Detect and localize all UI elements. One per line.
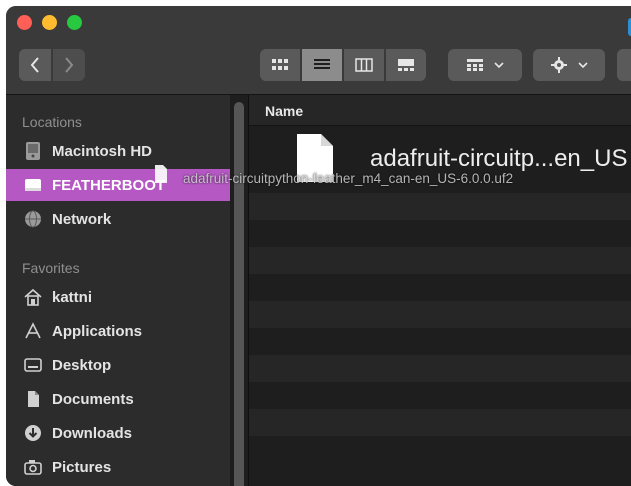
sidebar-item-macintosh-hd[interactable]: Macintosh HD (6, 135, 230, 167)
list-row (249, 355, 631, 382)
chevron-left-icon (30, 57, 39, 73)
sidebar-item-documents[interactable]: Documents (6, 383, 230, 415)
navigation-buttons (19, 49, 85, 81)
favorites-heading: Favorites (22, 260, 80, 276)
sidebar: Locations Macintosh HD FEATHERBOOT Netwo… (6, 95, 230, 486)
locations-heading: Locations (22, 114, 82, 130)
minimize-window-button[interactable] (42, 15, 57, 30)
chevron-right-icon (65, 57, 74, 73)
documents-icon (22, 388, 44, 410)
column-label: Name (265, 103, 304, 119)
desktop-icon (22, 354, 44, 376)
downloads-icon (22, 422, 44, 444)
home-icon (22, 286, 44, 308)
hard-drive-icon (22, 140, 44, 162)
sidebar-item-label: Pictures (52, 458, 112, 476)
toolbar (6, 6, 631, 95)
list-view-icon (314, 59, 330, 69)
sidebar-item-applications[interactable]: Applications (6, 315, 230, 347)
sidebar-item-pictures[interactable]: Pictures (6, 451, 230, 483)
sidebar-item-label: Documents (52, 390, 134, 408)
chevron-down-icon (578, 62, 588, 69)
external-drive-icon (22, 174, 44, 196)
sidebar-scrollbar[interactable] (234, 102, 244, 486)
sidebar-item-label: Network (52, 210, 112, 228)
sidebar-item-kattni[interactable]: kattni (6, 281, 230, 313)
share-button[interactable] (617, 49, 631, 81)
view-mode-group (260, 49, 426, 81)
chevron-down-icon (494, 62, 504, 69)
group-grid-icon (467, 59, 483, 71)
applications-icon (22, 320, 44, 342)
sidebar-item-label: FEATHERBOOT (52, 176, 166, 194)
gear-icon (551, 57, 567, 73)
sidebar-item-label: Applications (52, 322, 143, 340)
name-column-header[interactable]: Name (249, 95, 631, 126)
close-window-button[interactable] (17, 15, 32, 30)
icon-view-button[interactable] (260, 49, 300, 81)
action-menu-button[interactable] (533, 49, 605, 81)
column-view-button[interactable] (344, 49, 384, 81)
gallery-view-icon (398, 59, 414, 71)
group-by-button[interactable] (448, 49, 522, 81)
list-row (249, 409, 631, 436)
back-button[interactable] (19, 49, 51, 81)
forward-button[interactable] (53, 49, 85, 81)
sidebar-item-label: kattni (52, 288, 93, 306)
sidebar-item-label: Desktop (52, 356, 112, 374)
column-view-icon (355, 58, 373, 72)
list-row (249, 301, 631, 328)
sidebar-item-downloads[interactable]: Downloads (6, 417, 230, 449)
dragged-file-label: adafruit-circuitpython-feather_m4_can-en… (183, 171, 514, 186)
gallery-view-button[interactable] (386, 49, 426, 81)
globe-icon (22, 208, 44, 230)
sidebar-item-network[interactable]: Network (6, 203, 230, 235)
finder-window: Locations Macintosh HD FEATHERBOOT Netwo… (6, 6, 631, 486)
dragged-file-icon (155, 165, 167, 183)
list-row (249, 247, 631, 274)
list-row (249, 193, 631, 220)
sidebar-item-desktop[interactable]: Desktop (6, 349, 230, 381)
list-view-button[interactable] (302, 49, 342, 81)
file-name[interactable]: adafruit-circuitp...en_US (370, 145, 627, 173)
icon-view-icon (272, 59, 288, 70)
sidebar-item-label: Macintosh HD (52, 142, 153, 160)
sidebar-item-label: Downloads (52, 424, 133, 442)
zoom-window-button[interactable] (67, 15, 82, 30)
